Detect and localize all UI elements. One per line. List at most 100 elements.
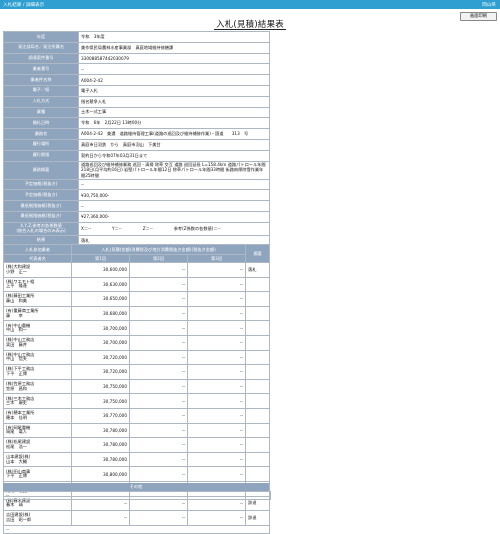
info-value: 令和 3年度 [78,31,270,43]
info-table: 年度 令和 3年度 発注部局名／発注所属名 美作県民局農林水産事業部 真庭地域維持修繕… [3,31,270,247]
round1-amount: 30,700,000 [71,320,130,336]
info-row: 年度 令和 3年度 [3,31,270,43]
bidder-name: (株)田山商事 下平 正博 [3,466,72,482]
round1-header: 第1回 [71,254,130,263]
remark-cell: 落札 [245,262,271,278]
bidder-header: 入札参加業者 [3,244,72,255]
bidder-name: (株)笠原工務店 笠原 昌和 [3,378,72,395]
info-row: 最低制限価格(税抜き) ¥27,360,000- [3,210,270,223]
remark-cell [245,393,271,409]
bidder-name: (株)藤田工業所 藤山 和美 [3,291,72,307]
info-label: 予定価格(税抜き) [3,178,79,191]
bidder-name: (株)中山工務店 中山 信夫 [3,349,72,366]
remark-cell [245,437,271,453]
round2-amount: -- [129,510,188,526]
info-value: 真庭市日羽鉄 から 真庭市羽山 下美甘 [78,138,270,151]
info-value: ¥30,750,000- [78,189,270,202]
info-value: -- [78,63,270,76]
info-label: 電子／紙 [3,84,79,97]
info-label: 業者件名称 [3,74,79,86]
info-row: 予定価格(税抜き) -- [3,178,270,191]
remark-cell [245,349,271,366]
bidder-name: (株)松尾建設 松尾 浩一 [3,437,72,453]
round2-amount: -- [129,305,188,322]
org-name: 岡山県 [482,2,496,8]
bidder-name: (株)中山工務店 実田 藤井 [3,334,72,351]
remark-cell [245,422,271,439]
info-value: 道路巡回及び維持補修業務 巡回 - 清掃 除草 交互 道路 巡回延長 L=158… [78,160,270,180]
remark-cell [245,466,271,482]
round2-amount: -- [129,437,188,453]
bidder-name: (株)下平工務店 下平 正博 [3,364,72,380]
table-row: (株)中山工務店 実田 藤井 30,700,000 -- -- [3,334,271,351]
footer-cell: -- [2,524,271,534]
round3-amount: -- [186,262,247,278]
round2-amount: -- [129,349,188,366]
info-label: 調達案件番号 [3,52,79,65]
info-row: 履行期限 契約日から令和07年03月31日まで [3,149,270,162]
round3-amount: -- [186,407,247,424]
round1-amount: 30,630,000 [71,276,130,293]
remark-header: 摘要 [245,244,271,263]
breadcrumb[interactable]: 入札結果 / 詳細表示 [3,2,44,8]
round2-amount: -- [129,262,188,278]
round2-amount: -- [129,291,188,307]
remark-cell [245,378,271,395]
table-row: (株)藤田工業所 藤山 和美 30,650,000 -- -- [3,291,271,307]
round2-amount: -- [129,422,188,439]
info-label: X,Y,Z,参考の各係数値 (総合入札の場合のみ表示) [3,221,79,236]
info-value: ¥27,360,000- [78,210,270,223]
info-row: 業者番号 -- [3,63,270,76]
round3-amount: -- [186,305,247,322]
top-bar: 入札結果 / 詳細表示 岡山県 [0,0,500,9]
other-value: -- [3,491,271,500]
round2-amount: -- [129,393,188,409]
table-row: (株)笠原工務店 笠原 昌和 30,750,000 -- -- [3,378,271,395]
bidder-name: 山本建設(株) 山本 大輔 [3,451,72,468]
bidder-name: (株)三木工務店 三木 康史 [3,393,72,409]
info-value: -- [78,200,270,212]
table-footer-row: -- [2,524,271,534]
table-row: (株)田山商事 下平 正博 30,800,000 -- -- [3,466,271,482]
round1-amount: 30,770,000 [71,407,130,424]
round1-amount: 30,720,000 [71,364,130,380]
bidder-name: (有)中山重機 中山 和一 [3,320,72,336]
round1-amount: 30,720,000 [71,349,130,366]
round2-amount: -- [129,276,188,293]
round3-amount: -- [186,276,247,293]
round3-header: 第3回 [186,254,247,263]
table-row: (有)岡尾重機 岡尾 竜人 30,780,000 -- -- [3,422,271,439]
info-label: 最低制限価格(税抜き) [3,210,79,223]
info-value: A004-2-42 美濃 道路維持管理工事(道路の巡回及び維持補修作業)・国道 … [78,128,270,140]
round2-amount: -- [129,334,188,351]
round3-amount: -- [186,378,247,395]
table-row: 山本建設(株) 山本 大輔 30,780,000 -- -- [3,451,271,468]
page-title: 入札(見積)結果表 [214,19,286,30]
round2-amount: -- [129,451,188,468]
info-row: 履行場所 真庭市日羽鉄 から 真庭市羽山 下美甘 [3,138,270,151]
remark-cell: 辞退 [245,510,271,526]
remark-cell [245,334,271,351]
round3-amount: -- [186,364,247,380]
info-row: 発注部局名／発注所属名 美作県民局農林水産事業部 真庭地域維持修繕課 [3,41,270,54]
round1-amount: 30,780,000 [71,437,130,453]
round2-amount: -- [129,364,188,380]
round1-amount: 30,750,000 [71,393,130,409]
info-label: 業務概要 [3,160,79,180]
round3-amount: -- [186,334,247,351]
round3-amount: -- [186,291,247,307]
info-label: 入札方式 [3,95,79,108]
info-label: 最低制限価格(税抜き) [3,200,79,212]
round2-amount: -- [129,407,188,424]
round3-amount: -- [186,349,247,366]
bidder-name: (株)大和建設 小野 正一 [3,262,72,278]
info-value: 指名競争入札 [78,95,270,108]
round1-amount: -- [71,510,130,526]
amount-group-header: 入札(見積)金額(消費税及び地方消費税抜き金額)(税抜き金額) [70,244,247,255]
round3-amount: -- [186,393,247,409]
table-row: (株)三木工務店 三木 康史 30,750,000 -- -- [3,393,271,409]
table-row: (株)松尾建設 松尾 浩一 30,780,000 -- -- [3,437,271,453]
table-row: (有)重藤商工業所 藤 幸 30,680,000 -- -- [3,305,271,322]
table-row: (有)中山重機 中山 和一 30,700,000 -- -- [3,320,271,336]
info-row: 業種 土木一式工事 [3,106,270,119]
